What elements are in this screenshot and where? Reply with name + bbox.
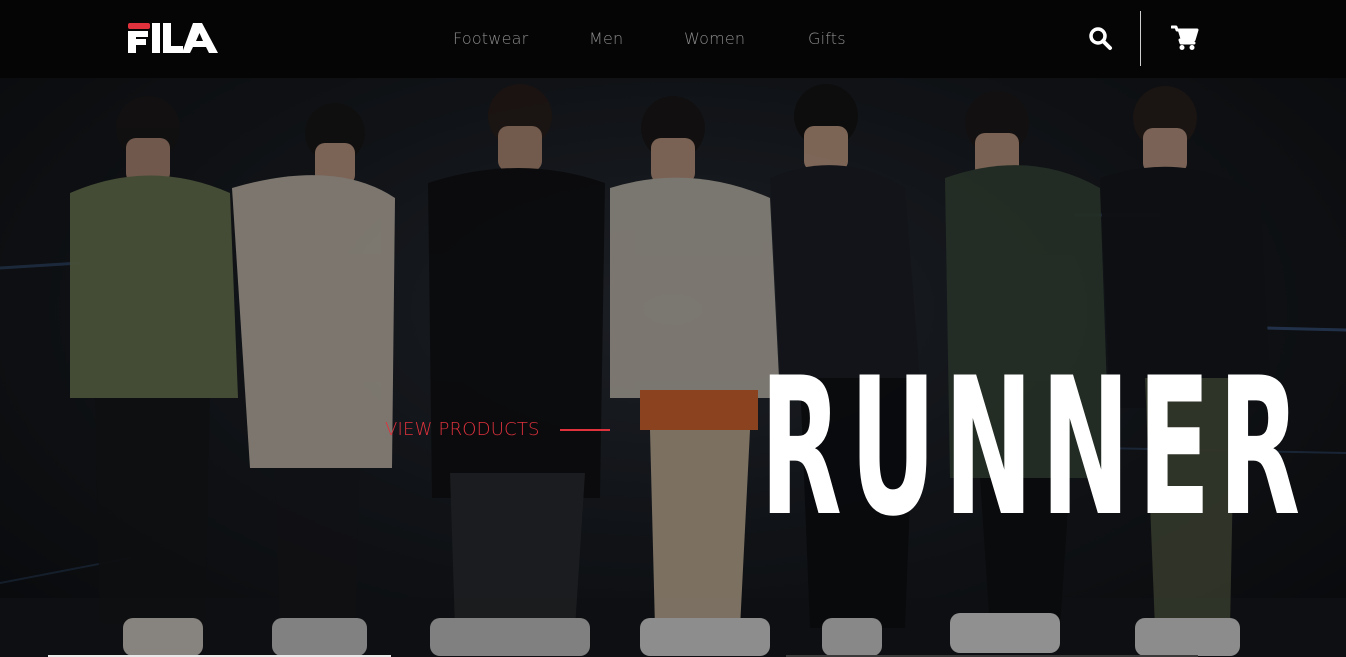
view-products-link[interactable]: VIEW PRODUCTS (385, 419, 610, 441)
page: Footwear Men Women Gifts RUNNER VIEW PRO… (0, 0, 1346, 657)
nav-item-women[interactable]: Women (684, 28, 745, 50)
nav-item-men[interactable]: Men (589, 28, 623, 50)
hero-title-wrapper: RUNNER (380, 218, 1300, 543)
hero-title: RUNNER (760, 337, 1309, 558)
nav-item-footwear[interactable]: Footwear (453, 28, 528, 50)
site-header: Footwear Men Women Gifts (0, 0, 1346, 78)
view-products-underline (559, 429, 610, 431)
header-divider (1140, 11, 1141, 66)
cart-icon (1170, 25, 1199, 50)
cart-button[interactable] (1170, 25, 1199, 51)
search-button[interactable] (1087, 25, 1113, 51)
main-nav: Footwear Men Women Gifts (0, 28, 1346, 50)
hero-banner: RUNNER VIEW PRODUCTS (0, 78, 1346, 657)
nav-item-gifts[interactable]: Gifts (808, 28, 846, 50)
view-products-label: VIEW PRODUCTS (385, 419, 540, 440)
search-icon (1089, 27, 1112, 50)
